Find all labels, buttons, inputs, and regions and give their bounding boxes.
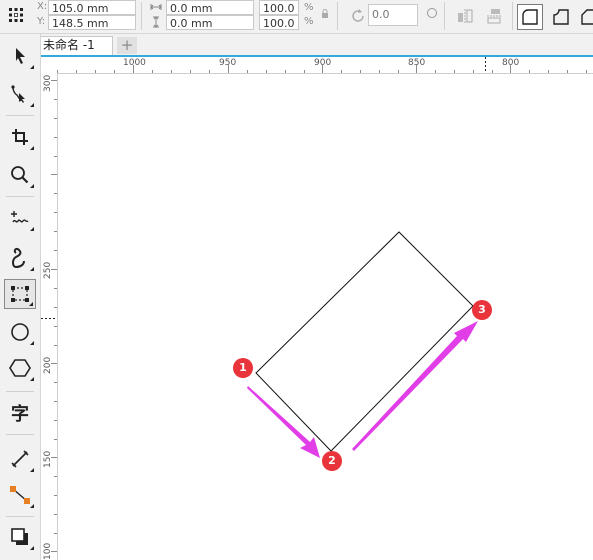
connector-tool[interactable] bbox=[4, 480, 36, 510]
tab-document[interactable]: 未命名 -1 bbox=[41, 36, 113, 55]
chamfered-corner-button[interactable] bbox=[577, 5, 593, 29]
rotated-rectangle bbox=[255, 231, 474, 452]
polygon-tool[interactable] bbox=[4, 353, 36, 383]
property-bar: X: 105.0 mm Y: 148.5 mm 0.0 mm 0.0 mm 10… bbox=[0, 0, 593, 34]
vertical-ruler[interactable]: 300 250 200 150 100 bbox=[41, 73, 58, 560]
ellipse-icon bbox=[11, 323, 29, 341]
ruler-label-100: 100 bbox=[43, 542, 53, 560]
toolbox: 字 bbox=[0, 34, 41, 560]
connector-icon bbox=[10, 486, 30, 504]
polygon-icon bbox=[9, 359, 31, 377]
mirror-horizontal-icon[interactable] bbox=[456, 7, 474, 25]
ruler-label-250: 250 bbox=[43, 261, 53, 279]
artistic-media-tool[interactable] bbox=[4, 243, 36, 273]
text-tool-glyph: 字 bbox=[11, 404, 29, 425]
artistic-media-icon bbox=[12, 247, 25, 268]
dimension-tool[interactable] bbox=[4, 444, 36, 474]
pick-tool[interactable] bbox=[4, 41, 36, 71]
ruler-label-1000: 1000 bbox=[123, 58, 146, 68]
crop-tool[interactable] bbox=[4, 122, 36, 152]
shape-tool[interactable] bbox=[4, 79, 36, 109]
step-marker-3: 3 bbox=[472, 300, 492, 320]
round-corner-button[interactable] bbox=[517, 4, 543, 30]
text-tool[interactable]: 字 bbox=[4, 398, 36, 428]
y-position-field[interactable]: 148.5 mm bbox=[48, 15, 136, 30]
drop-shadow-tool[interactable] bbox=[4, 522, 36, 552]
rectangle-tool[interactable] bbox=[4, 279, 36, 309]
rotation-field[interactable]: 0.0 bbox=[368, 4, 418, 26]
object-origin-icon[interactable] bbox=[8, 7, 24, 23]
height-field[interactable]: 0.0 mm bbox=[166, 15, 254, 30]
width-field[interactable]: 0.0 mm bbox=[166, 0, 254, 15]
width-icon bbox=[150, 2, 162, 12]
height-icon bbox=[151, 16, 161, 28]
freehand-tool[interactable] bbox=[4, 203, 36, 233]
magnifier-icon bbox=[11, 166, 29, 184]
scale-y-field[interactable]: 100.0 bbox=[259, 15, 299, 30]
document-tab-bar: 未命名 -1 + bbox=[41, 34, 593, 55]
percent-x-label: % bbox=[304, 2, 314, 13]
ruler-label-800: 800 bbox=[502, 58, 520, 68]
dimension-icon bbox=[11, 450, 29, 468]
drop-shadow-icon bbox=[11, 528, 28, 545]
scale-x-field[interactable]: 100.0 bbox=[259, 0, 299, 15]
rotation-degree-icon bbox=[427, 8, 437, 18]
percent-y-label: % bbox=[304, 16, 314, 27]
freehand-icon bbox=[11, 211, 29, 223]
x-label: X: bbox=[37, 1, 48, 12]
x-position-field[interactable]: 105.0 mm bbox=[48, 0, 136, 15]
ruler-label-900: 900 bbox=[314, 58, 332, 68]
mirror-vertical-icon[interactable] bbox=[485, 7, 503, 25]
shape-node-icon bbox=[11, 85, 25, 103]
add-document-button[interactable]: + bbox=[117, 37, 137, 54]
crop-icon bbox=[12, 129, 28, 145]
ruler-label-950: 950 bbox=[219, 58, 237, 68]
ellipse-tool[interactable] bbox=[4, 317, 36, 347]
arrow-2-to-3 bbox=[352, 321, 478, 451]
ruler-label-150: 150 bbox=[43, 450, 53, 468]
horizontal-ruler[interactable]: 1000 950 900 850 800 bbox=[41, 57, 593, 74]
pointer-icon bbox=[16, 48, 25, 64]
ruler-label-850: 850 bbox=[408, 58, 426, 68]
ruler-label-200: 200 bbox=[43, 356, 53, 374]
y-label: Y: bbox=[37, 16, 46, 27]
rotate-icon bbox=[349, 7, 367, 25]
step-marker-2: 2 bbox=[322, 451, 342, 471]
arrow-1-to-2 bbox=[247, 386, 320, 458]
zoom-tool[interactable] bbox=[4, 160, 36, 190]
rectangle-icon bbox=[11, 286, 29, 302]
lock-ratio-icon[interactable] bbox=[321, 9, 329, 19]
drawing-canvas[interactable]: 1 2 3 bbox=[58, 74, 593, 560]
canvas-drawing bbox=[247, 231, 478, 458]
scalloped-corner-button[interactable] bbox=[549, 5, 573, 29]
ruler-label-300: 300 bbox=[43, 74, 53, 92]
step-marker-1: 1 bbox=[233, 358, 253, 378]
